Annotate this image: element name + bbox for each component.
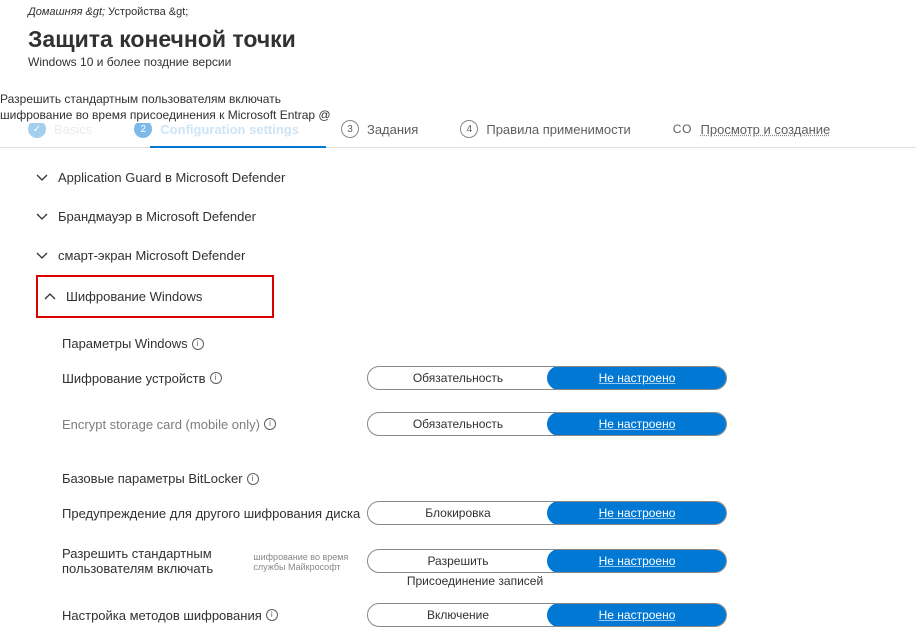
setting-disk-encryption-warning: Предупреждение для другого шифрования ди… — [62, 500, 888, 526]
setting-encrypt-devices: Шифрование устройств i Обязательность Не… — [62, 365, 888, 391]
breadcrumb-devices[interactable]: Устройства &gt; — [108, 6, 188, 18]
floating-help-text: Разрешить стандартным пользователям вклю… — [0, 92, 340, 123]
extra-midline-text: Присоединение записей — [62, 574, 888, 588]
info-icon[interactable]: i — [210, 372, 222, 384]
info-icon[interactable]: i — [264, 418, 276, 430]
accordion-windows-encryption[interactable]: Шифрование Windows — [38, 277, 272, 316]
page-title: Защита конечной точки — [28, 26, 916, 53]
tab-tasks[interactable]: 3 Задания — [341, 120, 418, 138]
info-icon[interactable]: i — [192, 338, 204, 350]
toggle-encrypt-devices[interactable]: Обязательность Не настроено — [367, 366, 727, 390]
breadcrumb[interactable]: Домашняя &gt; Устройства &gt; — [0, 6, 916, 22]
setting-encrypt-storage-card: Encrypt storage card (mobile only) i Обя… — [62, 411, 888, 437]
chevron-up-icon — [44, 291, 56, 303]
info-icon[interactable]: i — [247, 473, 259, 485]
step-icon: 4 — [460, 120, 478, 138]
accordion-firewall[interactable]: Брандмауэр в Microsoft Defender — [36, 197, 888, 236]
chevron-down-icon — [36, 250, 48, 262]
info-icon[interactable]: i — [266, 609, 278, 621]
step-icon: 3 — [341, 120, 359, 138]
step-prefix: СО — [673, 122, 693, 136]
setting-configure-encryption-methods: Настройка методов шифрования i Включение… — [62, 602, 888, 628]
breadcrumb-home[interactable]: Домашняя &gt; — [28, 6, 105, 18]
tab-review-create[interactable]: СО Просмотр и создание — [673, 122, 831, 137]
toggle-allow-standard-users[interactable]: Разрешить Не настроено — [367, 549, 727, 573]
chevron-down-icon — [36, 172, 48, 184]
toggle-encrypt-storage-card[interactable]: Обязательность Не настроено — [367, 412, 727, 436]
page-subtitle: Windows 10 и более поздние версии — [28, 55, 916, 69]
subsection-windows-params: Параметры Windows i — [62, 336, 888, 351]
toggle-disk-encryption-warning[interactable]: Блокировка Не настроено — [367, 501, 727, 525]
tab-scope-tags[interactable]: 4 Правила применимости — [460, 120, 630, 138]
highlighted-section: Шифрование Windows — [36, 275, 274, 318]
accordion-application-guard[interactable]: Application Guard в Microsoft Defender — [36, 158, 888, 197]
setting-allow-standard-users: Разрешить стандартным пользователям вклю… — [62, 546, 888, 576]
active-tab-underline — [150, 146, 326, 148]
chevron-down-icon — [36, 211, 48, 223]
subsection-bitlocker-params: Базовые параметры BitLocker i — [62, 471, 888, 486]
toggle-configure-encryption-methods[interactable]: Включение Не настроено — [367, 603, 727, 627]
accordion-smartscreen[interactable]: смарт-экран Microsoft Defender — [36, 236, 888, 275]
